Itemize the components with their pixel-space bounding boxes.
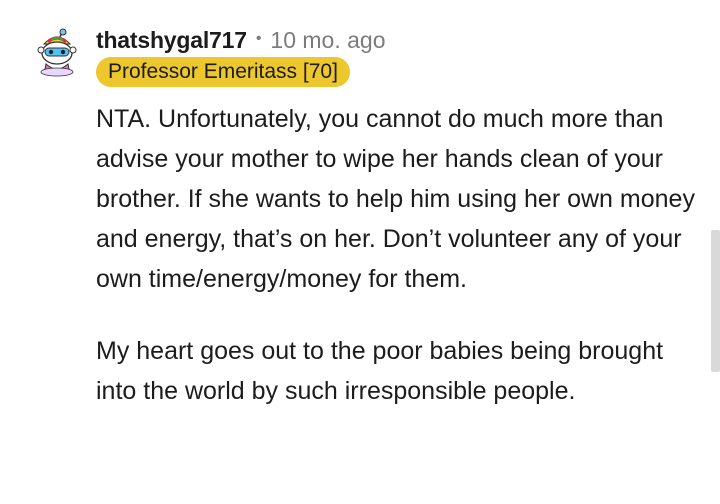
comment-paragraph: My heart goes out to the poor babies bei…	[96, 337, 664, 405]
snoo-avatar-icon	[37, 28, 77, 77]
comment-age: 10 mo. ago	[270, 26, 386, 53]
comment-header: thatshygal717 • 10 mo. ago	[96, 24, 386, 56]
separator-dot: •	[255, 30, 262, 47]
user-avatar[interactable]	[32, 28, 82, 78]
username-link[interactable]: thatshygal717	[96, 27, 247, 54]
comment: thatshygal717 • 10 mo. ago Professor Eme…	[0, 0, 720, 504]
scrollbar-thumb[interactable]	[711, 230, 720, 372]
user-flair-badge: Professor Emeritass [70]	[96, 57, 350, 87]
comment-paragraph: NTA. Unfortunately, you cannot do much m…	[96, 105, 695, 293]
comment-body: NTA. Unfortunately, you cannot do much m…	[96, 99, 696, 411]
